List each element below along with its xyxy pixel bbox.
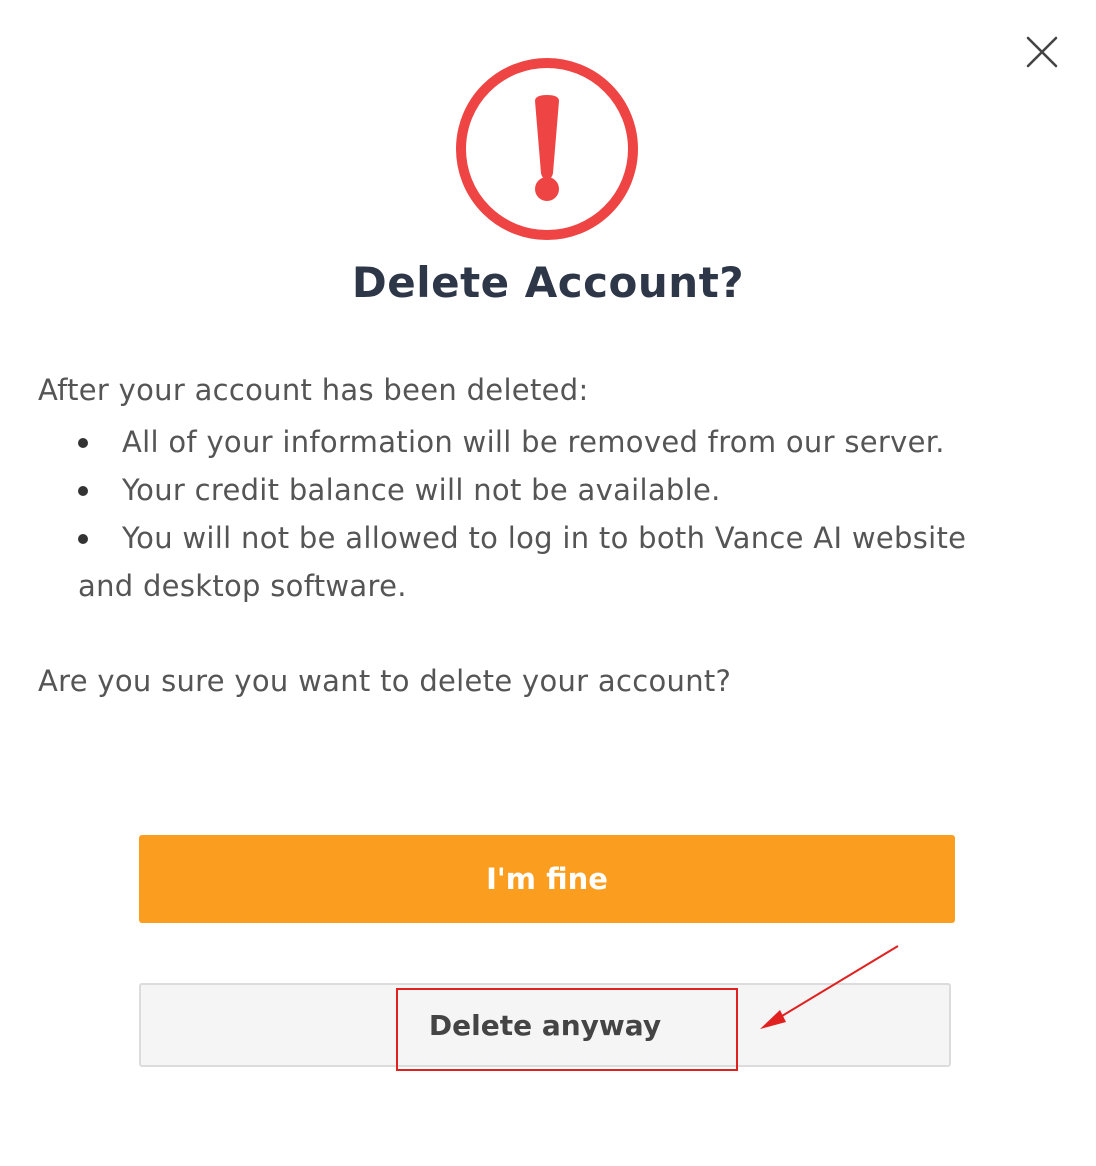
list-item-text: You will not be allowed to log in to bot… bbox=[122, 521, 967, 555]
intro-text: After your account has been deleted: bbox=[38, 373, 589, 407]
bullet-icon bbox=[78, 438, 88, 448]
list-item-text: All of your information will be removed … bbox=[122, 425, 945, 459]
close-icon bbox=[1026, 36, 1058, 68]
consequence-list: All of your information will be removed … bbox=[38, 418, 1068, 610]
close-button[interactable] bbox=[1020, 32, 1064, 76]
list-item: All of your information will be removed … bbox=[78, 418, 1068, 466]
list-item: Your credit balance will not be availabl… bbox=[78, 466, 1068, 514]
bullet-icon bbox=[78, 534, 88, 544]
delete-account-dialog: Delete Account? After your account has b… bbox=[0, 0, 1096, 1166]
dialog-body: After your account has been deleted: All… bbox=[38, 366, 1068, 610]
im-fine-button[interactable]: I'm fine bbox=[139, 835, 955, 923]
list-item-text: Your credit balance will not be availabl… bbox=[122, 473, 721, 507]
warning-icon bbox=[456, 58, 638, 240]
delete-anyway-button[interactable]: Delete anyway bbox=[139, 983, 951, 1067]
list-item: You will not be allowed to log in to bot… bbox=[78, 514, 1068, 562]
list-item: and desktop software. bbox=[78, 562, 1068, 610]
confirm-question: Are you sure you want to delete your acc… bbox=[38, 664, 732, 698]
bullet-icon bbox=[78, 486, 88, 496]
list-item-text: and desktop software. bbox=[78, 569, 407, 603]
dialog-title: Delete Account? bbox=[351, 258, 745, 307]
